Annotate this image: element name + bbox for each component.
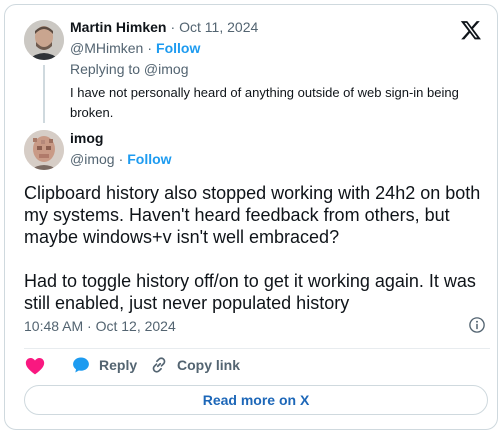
reply-handle-row: @MHimken · Follow (70, 40, 200, 56)
tweet-text-line: Had to toggle history off/on to get it w… (24, 271, 476, 291)
embedded-tweet-card: Martin Himken · Oct 11, 2024 @MHimken · … (4, 4, 498, 430)
x-logo-icon[interactable] (460, 19, 482, 41)
main-timestamp[interactable]: 10:48 AM · Oct 12, 2024 (24, 318, 176, 334)
copy-link-button[interactable]: Copy link (149, 355, 240, 375)
main-handle[interactable]: @imog (70, 151, 115, 167)
dot-separator: · (147, 40, 153, 56)
divider (24, 348, 490, 349)
read-more-on-x-button[interactable]: Read more on X (24, 385, 488, 415)
link-icon (152, 357, 166, 373)
tweet-text-line: still enabled, just never populated hist… (24, 293, 350, 313)
replying-to-label: Replying to @imog (70, 61, 189, 77)
main-tweet-text: Clipboard history also stopped working w… (24, 182, 492, 314)
follow-button-imog[interactable]: Follow (127, 151, 171, 167)
reply-date[interactable]: Oct 11, 2024 (179, 19, 258, 35)
avatar-martin-himken[interactable] (24, 20, 64, 60)
reply-button[interactable]: Reply (71, 355, 137, 375)
thread-connector-line (43, 65, 45, 123)
main-handle-row: @imog · Follow (70, 151, 172, 167)
reply-author-name[interactable]: Martin Himken (70, 19, 166, 35)
avatar-imog[interactable] (24, 130, 64, 170)
reply-tweet-text: I have not personally heard of anything … (70, 85, 459, 120)
follow-button-martin[interactable]: Follow (156, 40, 200, 56)
info-icon[interactable] (468, 316, 486, 334)
copy-link-label: Copy link (177, 357, 241, 373)
speech-bubble-icon (73, 357, 89, 373)
reply-tweet-header: Martin Himken · Oct 11, 2024 (70, 19, 258, 35)
heart-icon[interactable] (24, 355, 46, 377)
tweet-text-line: maybe windows+v isn't well embraced? (24, 227, 340, 247)
reply-handle[interactable]: @MHimken (70, 40, 143, 56)
reply-label: Reply (99, 357, 138, 373)
dot-separator: · (118, 151, 124, 167)
tweet-text-line: my systems. Haven't heard feedback from … (24, 205, 450, 225)
dot-separator: · (170, 19, 176, 35)
tweet-text-line: Clipboard history also stopped working w… (24, 183, 481, 203)
main-author-name[interactable]: imog (70, 130, 103, 146)
